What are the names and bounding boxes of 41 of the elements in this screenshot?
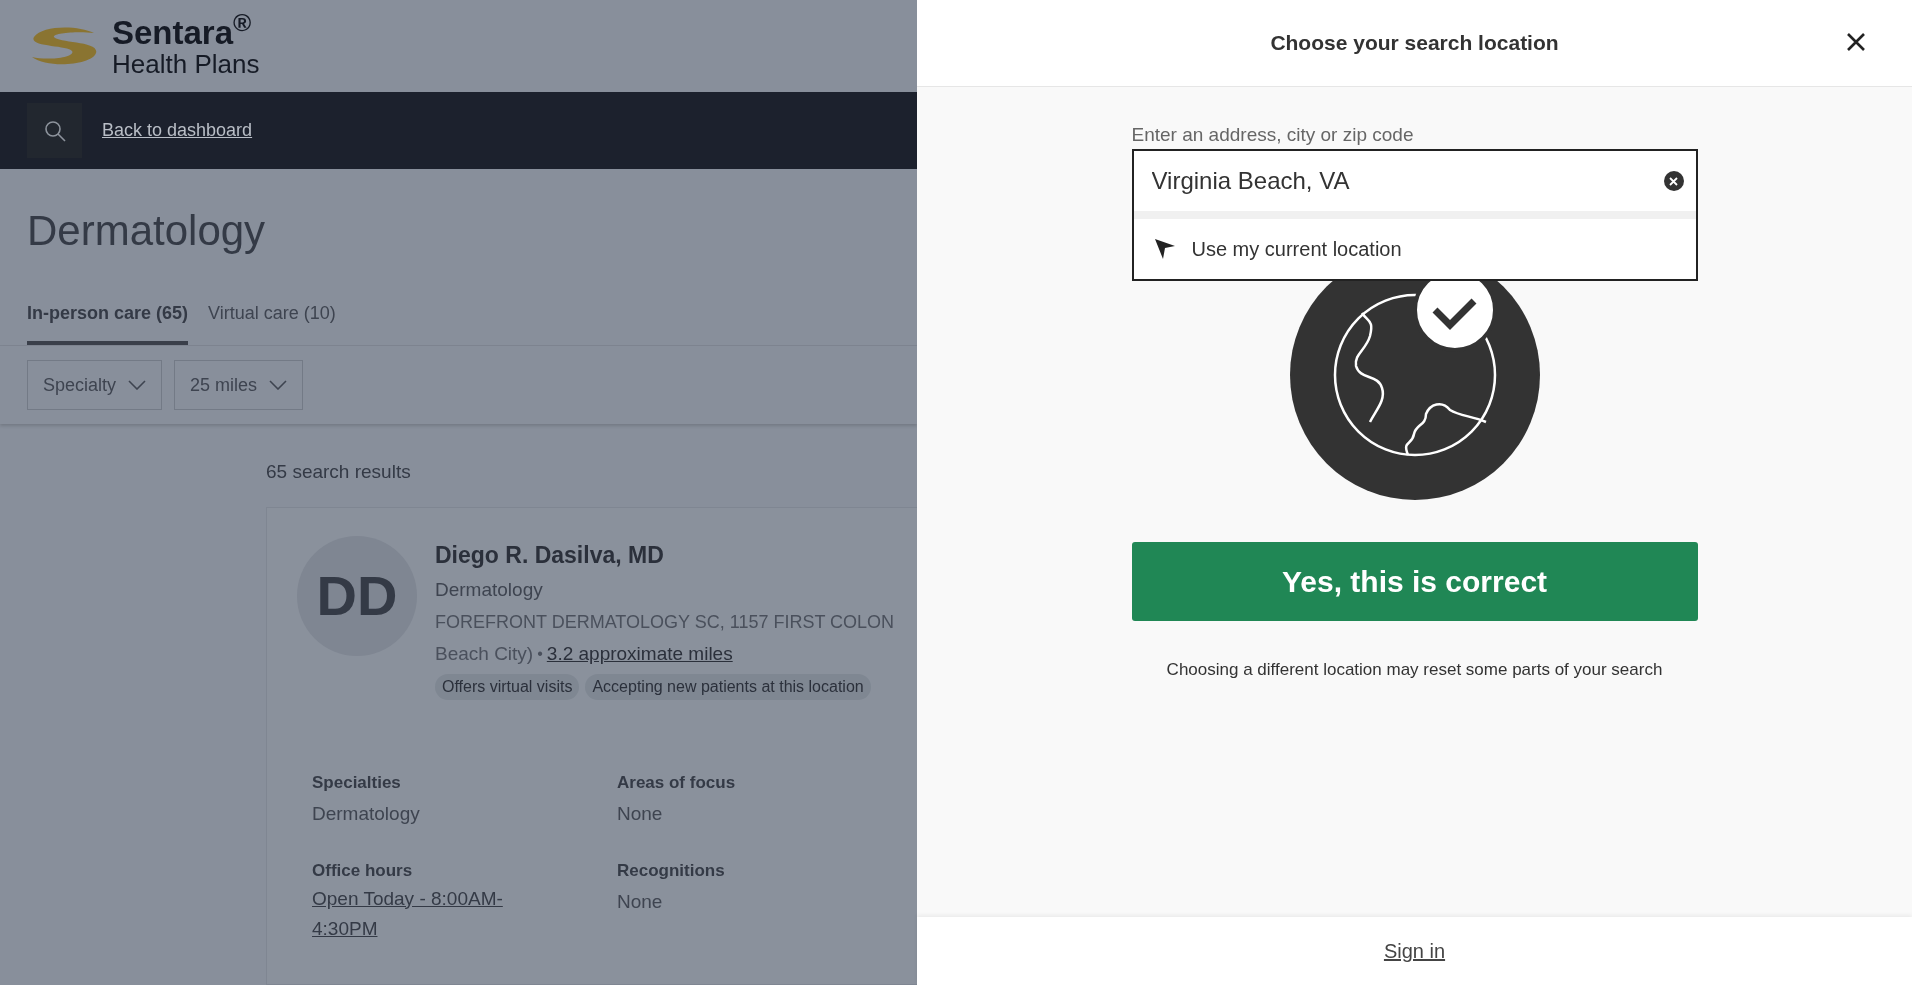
detail-label: Specialties (312, 772, 402, 794)
location-arrow-icon (1153, 238, 1176, 260)
provider-specialty: Dermatology (435, 578, 544, 602)
detail-label: Office hours (312, 860, 414, 882)
avatar: DD (297, 535, 417, 656)
brand-subtitle: Health Plans (112, 50, 260, 77)
close-icon (1846, 32, 1866, 52)
search-icon (43, 119, 66, 142)
clear-icon (1669, 176, 1678, 186)
use-current-location-option[interactable]: Use my current location (1133, 219, 1696, 279)
location-field[interactable]: Virginia Beach, VA (1151, 163, 1664, 199)
address-continuation: Beach City) (435, 641, 534, 666)
separator-dot: • (537, 643, 543, 664)
filter-dropdown[interactable]: 25 miles (174, 360, 304, 410)
detail-value: None (617, 889, 664, 914)
chevron-down-icon (128, 380, 147, 390)
detail-label: Recognitions (617, 860, 726, 882)
brand-name: Sentara$^{®}$ (112, 15, 253, 49)
field-label: Enter an address, city or zip code (1131, 123, 1415, 147)
chevron-down-icon (269, 380, 288, 390)
dialog-title: Choose your search location (1270, 30, 1559, 57)
page-title: Dermatology (26, 206, 267, 256)
distance-link[interactable]: 3.2 approximate miles (546, 639, 733, 668)
search-button[interactable] (27, 103, 82, 158)
results-count: 65 search results (266, 460, 412, 484)
tab[interactable]: In-person care (65) (27, 300, 189, 345)
tag: Offers virtual visits (435, 674, 580, 700)
provider-name: Diego R. Dasilva, MD (435, 540, 665, 570)
detail-value: Dermatology (312, 801, 421, 826)
tab[interactable]: Virtual care (10) (208, 300, 336, 345)
detail-label: Areas of focus (617, 772, 737, 794)
office-hours-link[interactable]: Open Today - 8:00AM-4:30PM (312, 883, 542, 944)
back-to-dashboard-link[interactable]: Back to dashboard (102, 117, 253, 144)
filter-dropdown[interactable]: Specialty (27, 360, 163, 410)
provider-address: FOREFRONT DERMATOLOGY SC, 1157 FIRST COLON (435, 610, 895, 634)
sign-in-link[interactable]: Sign in (1383, 936, 1446, 966)
tag: Accepting new patients at this location (585, 674, 871, 700)
clear-button[interactable] (1663, 171, 1684, 191)
location-note: Choosing a different location may reset some parts of your search (1165, 658, 1664, 681)
confirm-button[interactable]: Yes, this is correct (1131, 541, 1698, 621)
detail-value: None (617, 801, 664, 826)
